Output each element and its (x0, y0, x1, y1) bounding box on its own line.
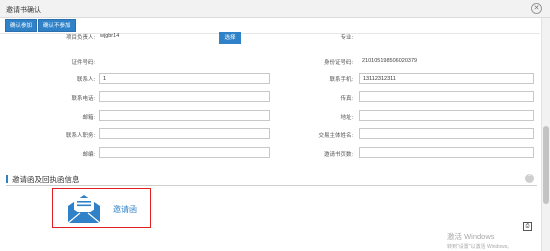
contact-label: 联系人: (76, 77, 95, 83)
postcode-label: 邮编: (82, 152, 95, 158)
address-label: 地址: (340, 115, 353, 121)
invite-pages-label: 邀请书页数: (323, 152, 353, 158)
contact-input[interactable] (99, 73, 270, 84)
envelope-icon (67, 195, 101, 224)
collapse-icon[interactable]: ⌃ (525, 174, 534, 183)
contact-phone-label: 联系电话: (71, 96, 95, 102)
select-button[interactable]: 选择 (219, 32, 241, 44)
close-icon[interactable]: ✕ (531, 3, 542, 14)
confirm-not-join-button[interactable]: 确认不参加 (38, 19, 76, 32)
email-label: 邮箱: (82, 115, 95, 121)
major-label: 专业: (340, 35, 353, 41)
dialog-title: 邀请书确认 (6, 7, 41, 14)
email-input[interactable] (99, 110, 270, 121)
section-header: 邀请函及回执函信息 ⌃ (6, 172, 537, 186)
project-leader-value: wjgbr14 (100, 33, 120, 39)
invite-pages-input[interactable] (359, 147, 534, 158)
section-title: 邀请函及回执函信息 (12, 175, 80, 184)
activation-watermark: 激活 Windows 转到"设置"以激活 Windows。 (447, 231, 512, 250)
contact-dept-label: 联系人职务: (65, 133, 95, 139)
confirm-join-button[interactable]: 确认参加 (5, 19, 38, 32)
watermark-line1: 激活 Windows (447, 232, 495, 241)
postcode-input[interactable] (99, 147, 270, 158)
id-no-label: 身份证号码: (323, 60, 353, 66)
fax-input[interactable] (359, 91, 534, 102)
address-input[interactable] (359, 110, 534, 121)
fax-label: 传真: (340, 96, 353, 102)
print-icon[interactable]: ⎙ (523, 222, 532, 231)
watermark-line2: 转到"设置"以激活 Windows。 (447, 244, 513, 250)
contact-mobile-input[interactable] (359, 73, 534, 84)
invite-letter-label: 邀请函 (113, 205, 137, 214)
contact-dept-input[interactable] (99, 128, 270, 139)
trade-subject-label: 交易主体姓名: (318, 133, 353, 139)
contact-phone-input[interactable] (99, 91, 270, 102)
scrollbar[interactable] (541, 18, 550, 251)
dialog-titlebar: 邀请书确认 ✕ (0, 0, 550, 18)
contact-mobile-label: 联系手机: (329, 77, 353, 83)
cert-no-label: 证件号码: (71, 60, 95, 66)
toolbar: 确认参加 确认不参加 (5, 19, 77, 33)
invite-letter-card[interactable]: 邀请函 (52, 188, 151, 228)
scrollbar-thumb[interactable] (543, 126, 549, 204)
id-no-value: 210105198506020379 (362, 58, 418, 64)
project-leader-label: 项目负责人: (65, 35, 95, 41)
section-accent-bar (6, 175, 8, 183)
trade-subject-input[interactable] (359, 128, 534, 139)
